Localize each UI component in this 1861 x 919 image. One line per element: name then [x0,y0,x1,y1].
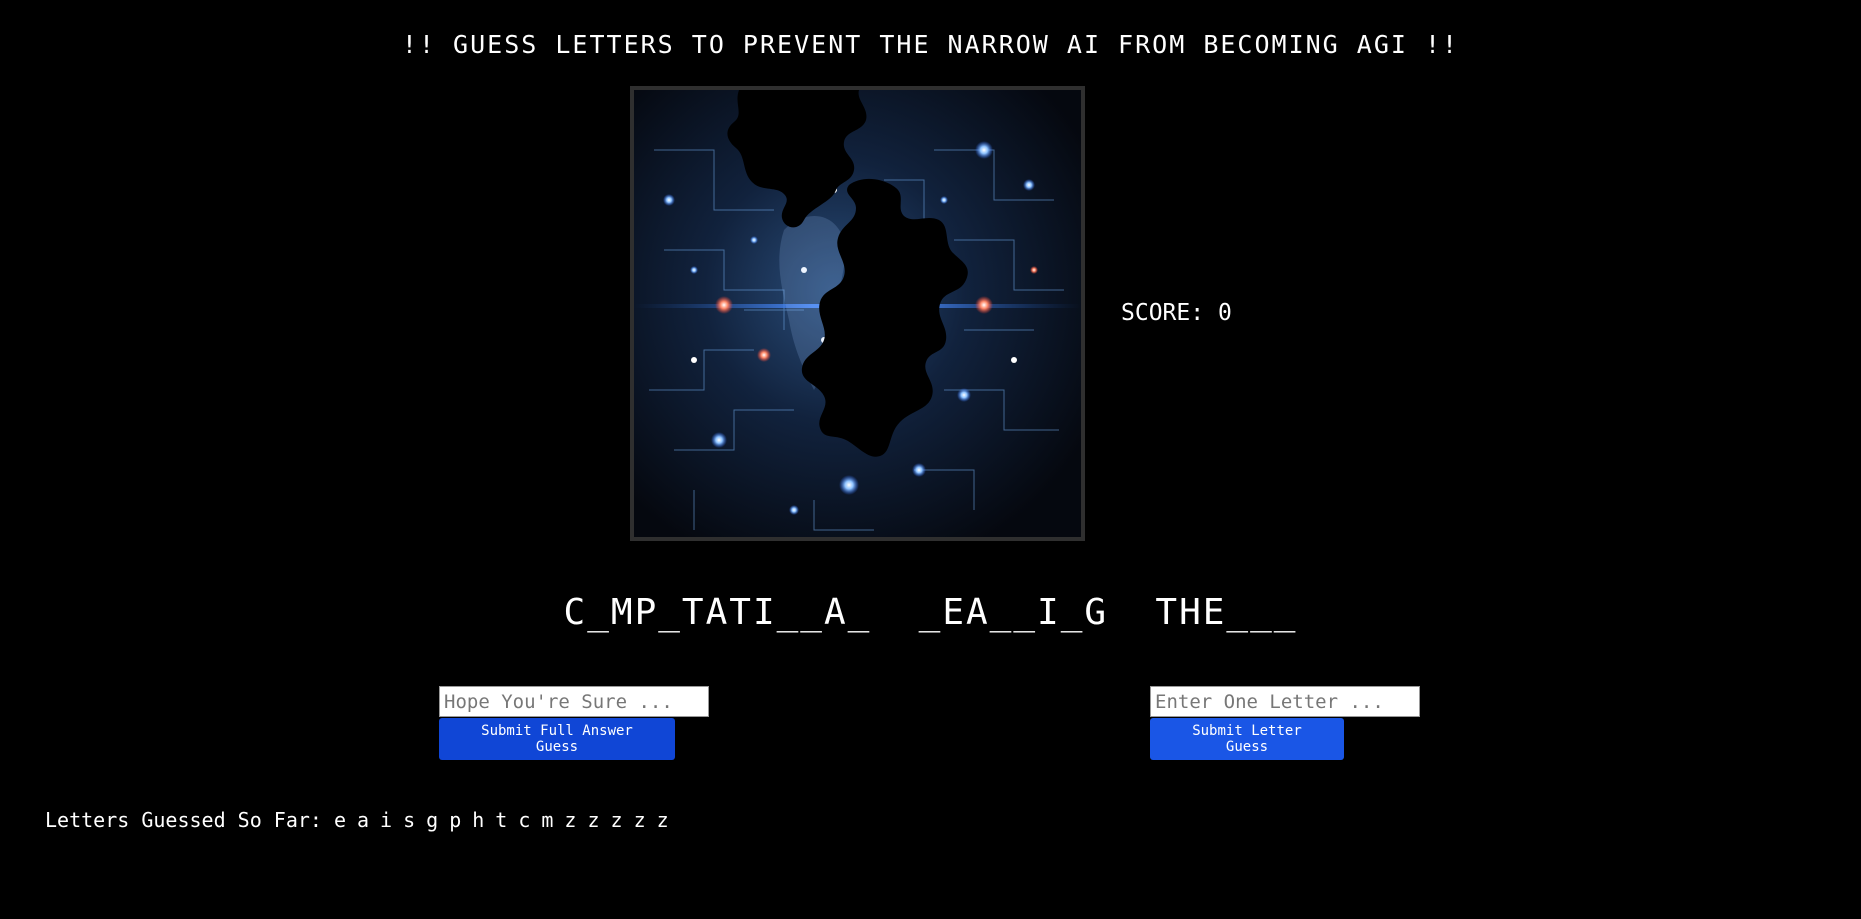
score-label: SCORE: [1121,300,1205,326]
letter-guess-input[interactable] [1150,686,1420,717]
guessed-letter: t [495,808,508,832]
guessed-letter: g [426,808,439,832]
guessed-letter: h [472,808,485,832]
submit-full-answer-button[interactable]: Submit Full Answer Guess [439,718,675,760]
masked-answer: C_MP_TATI__A_ _EA__I_G THE___ [563,592,1298,633]
score-display: SCORE: 0 [1121,300,1232,326]
guessed-letter: a [357,808,370,832]
guessed-letter: z [656,808,669,832]
guessed-letter: p [449,808,462,832]
guessed-letter: m [541,808,554,832]
score-value: 0 [1217,300,1232,326]
full-answer-input[interactable] [439,686,709,717]
guessed-letter: s [403,808,416,832]
puzzle-image-frame [630,86,1085,541]
guessed-letter: c [518,808,531,832]
page-title: !! GUESS LETTERS TO PREVENT THE NARROW A… [401,30,1460,59]
submit-letter-button[interactable]: Submit Letter Guess [1150,718,1344,760]
guessed-letter: i [380,808,393,832]
full-answer-guess-form: Submit Full Answer Guess [439,686,709,760]
circuit-brain-jigsaw-image [634,90,1081,537]
letters-guessed-label: Letters Guessed So Far: [45,808,322,832]
guessed-letter: z [564,808,577,832]
letters-guessed-list: eaisgphtcmzzzzz [334,808,680,832]
guessed-letter: z [610,808,623,832]
game-page: !! GUESS LETTERS TO PREVENT THE NARROW A… [0,0,1861,919]
guessed-letter: z [633,808,646,832]
guessed-letter: e [333,808,346,832]
guessed-letter: z [587,808,600,832]
letter-guess-form: Submit Letter Guess [1150,686,1420,760]
letters-guessed-panel: Letters Guessed So Far: e a i s g p h t c m z z z z z [45,808,680,832]
